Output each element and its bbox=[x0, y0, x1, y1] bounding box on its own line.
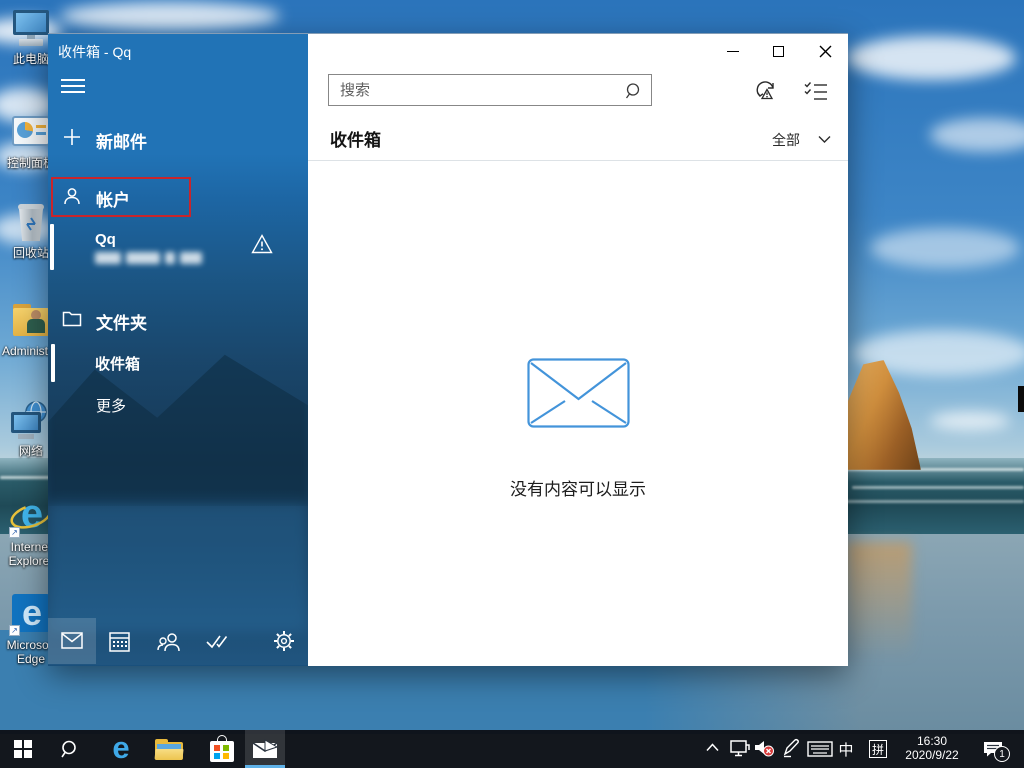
edge-icon: e bbox=[112, 731, 129, 765]
ime-mode-indicator[interactable]: 中 bbox=[836, 739, 856, 759]
mail-nav-icon[interactable] bbox=[61, 632, 85, 652]
inbox-label: 收件箱 bbox=[95, 353, 140, 374]
calendar-nav-icon[interactable] bbox=[109, 631, 133, 653]
user-folder-icon bbox=[9, 298, 53, 342]
taskbar-file-explorer-button[interactable] bbox=[152, 736, 186, 763]
chevron-down-icon bbox=[818, 135, 831, 144]
windows-logo-icon bbox=[14, 740, 32, 758]
wallpaper-cliff bbox=[843, 360, 921, 470]
recycle-bin-icon bbox=[9, 200, 53, 244]
taskbar-search-button[interactable] bbox=[56, 737, 84, 761]
empty-envelope-icon bbox=[527, 358, 630, 428]
folders-button[interactable]: 文件夹 bbox=[48, 302, 308, 338]
warning-triangle-icon bbox=[251, 233, 273, 255]
action-center-button[interactable]: 1 bbox=[980, 737, 1006, 761]
shortcut-arrow-icon: ↗ bbox=[9, 527, 20, 538]
filter-value: 全部 bbox=[772, 132, 800, 148]
mail-sidebar: 收件箱 - Qq 新邮件 帐户 Qq bbox=[48, 34, 308, 666]
folder-icon bbox=[62, 310, 82, 328]
search-icon[interactable] bbox=[625, 82, 643, 100]
folders-label: 文件夹 bbox=[96, 309, 147, 334]
sidebar-item-inbox[interactable]: 收件箱 bbox=[48, 342, 308, 382]
network-icon bbox=[9, 398, 53, 442]
search-input[interactable] bbox=[328, 74, 652, 106]
settings-gear-icon[interactable] bbox=[273, 630, 297, 654]
tutorial-highlight-box bbox=[51, 177, 191, 217]
internet-explorer-icon: e ↗ bbox=[9, 494, 53, 538]
network-tray-icon[interactable] bbox=[728, 738, 752, 758]
taskbar-mail-button[interactable] bbox=[250, 738, 280, 760]
ime-mode-label: 中 bbox=[838, 739, 853, 760]
filter-dropdown[interactable]: 全部 bbox=[772, 130, 838, 152]
file-explorer-icon bbox=[155, 739, 183, 760]
plus-icon bbox=[62, 127, 82, 147]
hamburger-menu-button[interactable] bbox=[61, 76, 85, 98]
volume-muted-tray-icon[interactable] bbox=[752, 738, 776, 758]
notification-badge: 1 bbox=[994, 746, 1010, 762]
this-pc-icon bbox=[9, 6, 53, 50]
window-title: 收件箱 - Qq bbox=[58, 42, 131, 62]
account-selection-indicator bbox=[50, 224, 54, 270]
account-name: Qq bbox=[95, 231, 116, 248]
mail-app-window: 收件箱 - Qq 新邮件 帐户 Qq bbox=[48, 33, 848, 665]
tray-overflow-chevron[interactable] bbox=[703, 740, 721, 754]
new-mail-label: 新邮件 bbox=[96, 128, 147, 153]
close-button[interactable] bbox=[810, 38, 840, 64]
mouse-cursor-artifact bbox=[1018, 386, 1024, 412]
account-item-qq[interactable]: Qq bbox=[48, 224, 308, 272]
shortcut-arrow-icon: ↗ bbox=[9, 625, 20, 636]
clock-date: 2020/9/22 bbox=[896, 748, 968, 762]
select-list-icon[interactable] bbox=[804, 81, 828, 101]
new-mail-button[interactable]: 新邮件 bbox=[48, 122, 308, 156]
control-panel-icon bbox=[9, 110, 53, 154]
account-email-redacted bbox=[95, 249, 245, 263]
mail-icon bbox=[252, 739, 278, 759]
clock-time: 16:30 bbox=[896, 734, 968, 748]
pen-tray-icon[interactable] bbox=[780, 737, 802, 759]
ime-pinyin-indicator[interactable]: 拼 bbox=[868, 739, 888, 759]
list-pane-title: 收件箱 bbox=[330, 126, 381, 151]
microsoft-store-icon bbox=[210, 735, 234, 763]
start-button[interactable] bbox=[10, 738, 36, 760]
tasks-nav-icon[interactable] bbox=[205, 633, 229, 651]
mail-content-pane: 收件箱 全部 没有内容可以显示 bbox=[308, 34, 848, 666]
taskbar-store-button[interactable] bbox=[206, 734, 238, 764]
people-nav-icon[interactable] bbox=[156, 632, 182, 652]
taskbar-clock[interactable]: 16:30 2020/9/22 bbox=[896, 734, 968, 762]
more-label: 更多 bbox=[96, 395, 126, 416]
taskbar-edge-button[interactable]: e bbox=[104, 731, 138, 765]
empty-state-message: 没有内容可以显示 bbox=[308, 475, 848, 500]
folder-selection-indicator bbox=[51, 344, 55, 382]
sidebar-item-more[interactable]: 更多 bbox=[48, 386, 308, 422]
microsoft-edge-icon: e ↗ bbox=[9, 592, 53, 636]
search-icon bbox=[60, 739, 80, 759]
sync-error-icon[interactable] bbox=[754, 79, 778, 103]
minimize-button[interactable] bbox=[718, 38, 748, 64]
touch-keyboard-tray-icon[interactable] bbox=[806, 740, 834, 758]
pinyin-label: 拼 bbox=[869, 740, 887, 758]
taskbar: e bbox=[0, 730, 1024, 768]
maximize-button[interactable] bbox=[763, 38, 793, 64]
